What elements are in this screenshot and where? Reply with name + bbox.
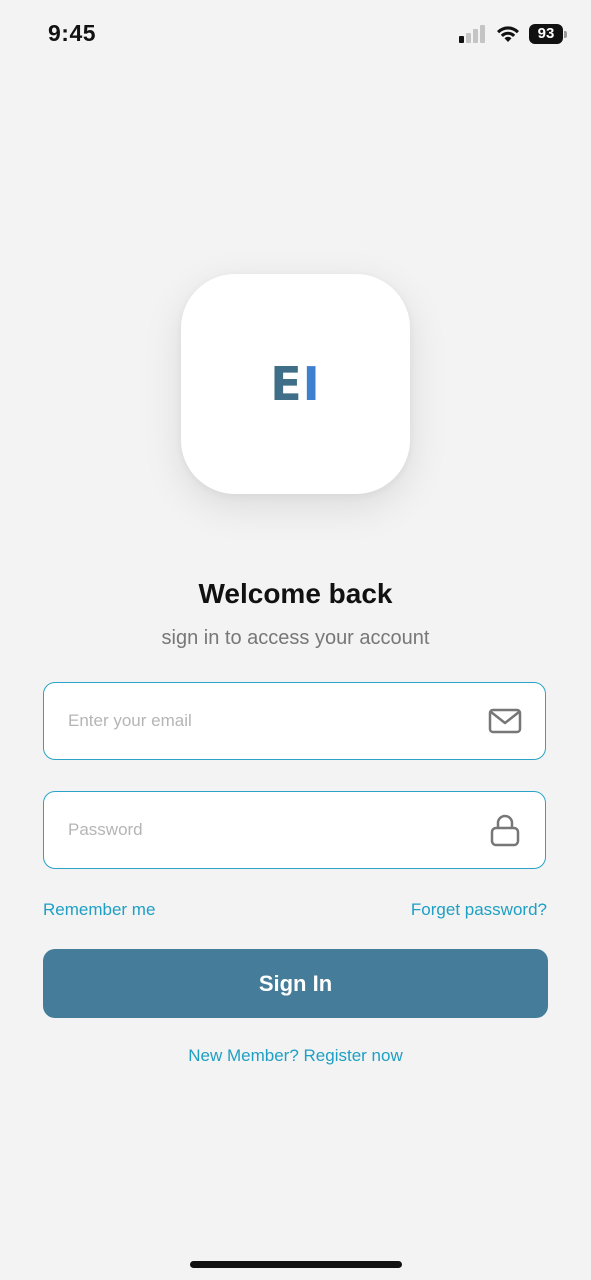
forgot-password-link[interactable]: Forget password? bbox=[411, 900, 547, 920]
logo-letter-e: E bbox=[270, 357, 303, 411]
email-field-container[interactable] bbox=[43, 682, 546, 760]
form-options-row: Remember me Forget password? bbox=[43, 900, 547, 920]
register-link[interactable]: New Member? Register now bbox=[0, 1046, 591, 1066]
page-subtitle: sign in to access your account bbox=[161, 627, 430, 649]
battery-tip bbox=[564, 30, 567, 38]
logo-text: E I bbox=[270, 357, 321, 411]
app-logo: E I bbox=[181, 274, 410, 494]
status-icons: 93 bbox=[459, 24, 567, 44]
status-time: 9:45 bbox=[48, 20, 97, 46]
lock-icon bbox=[487, 812, 523, 848]
remember-me-toggle[interactable]: Remember me bbox=[43, 900, 155, 920]
email-input[interactable] bbox=[66, 710, 487, 732]
envelope-icon bbox=[487, 703, 523, 739]
logo-letter-i: I bbox=[302, 357, 321, 411]
password-input[interactable] bbox=[66, 819, 487, 841]
password-field-container[interactable] bbox=[43, 791, 546, 869]
home-indicator bbox=[190, 1261, 402, 1268]
sign-in-button[interactable]: Sign In bbox=[43, 949, 548, 1018]
battery-level: 93 bbox=[529, 24, 563, 44]
page-title: Welcome back bbox=[198, 578, 393, 609]
cellular-signal-icon bbox=[459, 25, 485, 43]
status-bar: 9:45 93 bbox=[0, 0, 591, 70]
battery-indicator: 93 bbox=[529, 24, 567, 44]
wifi-icon bbox=[497, 26, 519, 42]
